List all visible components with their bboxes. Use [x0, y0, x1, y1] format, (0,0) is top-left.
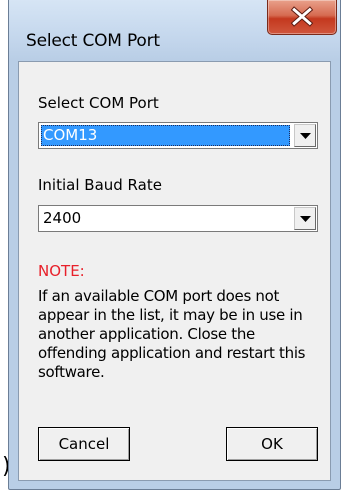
com-port-selected-value: COM13	[41, 125, 290, 146]
chevron-down-icon	[300, 216, 311, 222]
baud-rate-selected-value: 2400	[43, 209, 82, 227]
baud-rate-dropdown-button[interactable]	[294, 207, 316, 230]
com-port-select[interactable]: COM13	[38, 122, 318, 149]
note-body: If an available COM port does not appear…	[38, 287, 306, 381]
close-icon	[290, 6, 314, 27]
dialog-client-area: Select COM Port COM13 Initial Baud Rate …	[18, 61, 331, 481]
cancel-button[interactable]: Cancel	[38, 427, 130, 461]
chevron-down-icon	[300, 133, 311, 139]
screenshot-stage: ) Select COM Port Select COM Port COM13 …	[0, 0, 349, 490]
dialog-window: Select COM Port Select COM Port COM13 In…	[8, 0, 341, 490]
com-port-dropdown-button[interactable]	[294, 124, 316, 147]
close-button[interactable]	[267, 0, 337, 35]
dialog-title: Select COM Port	[26, 31, 160, 51]
note-title: NOTE:	[38, 262, 85, 280]
baud-rate-label: Initial Baud Rate	[38, 176, 162, 194]
baud-rate-select[interactable]: 2400	[38, 205, 318, 232]
com-port-label: Select COM Port	[38, 94, 159, 112]
ok-button[interactable]: OK	[226, 427, 318, 461]
